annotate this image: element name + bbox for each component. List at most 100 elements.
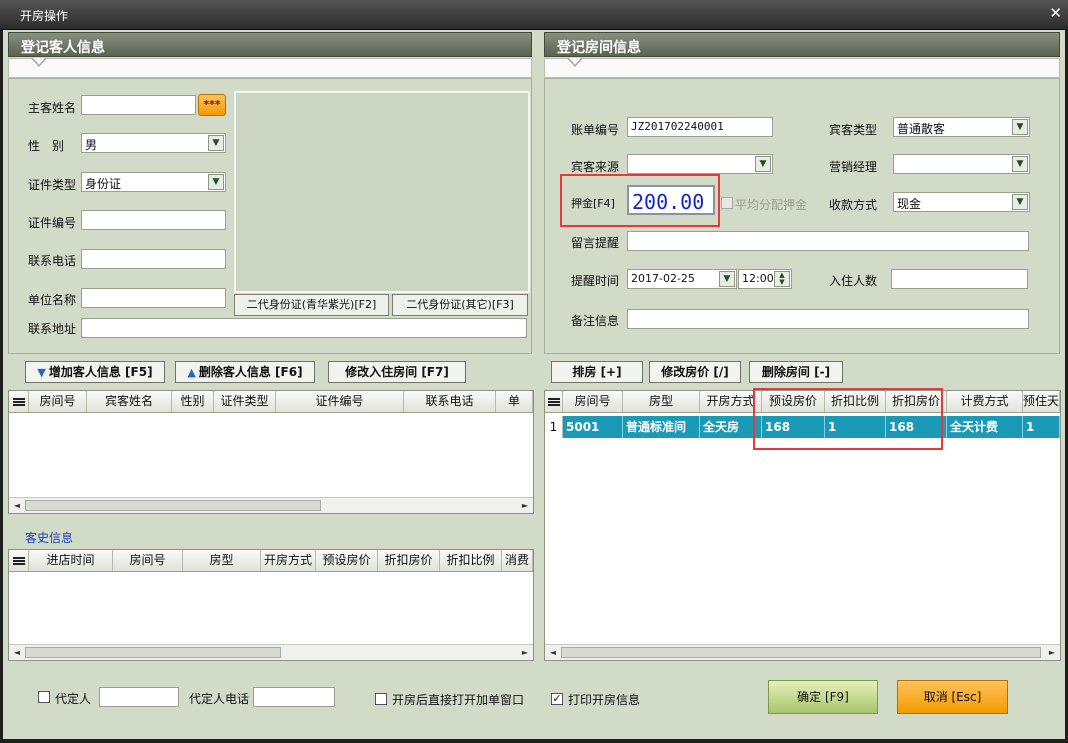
modify-room-button[interactable]: 修改入住房间 [F7] (328, 361, 466, 383)
cancel-button[interactable]: 取消 [Esc] (897, 680, 1008, 714)
scroll-left-icon[interactable]: ◄ (545, 645, 561, 660)
guest-panel-strip (8, 58, 532, 78)
grid-menu-icon[interactable] (545, 391, 563, 412)
bill-no-input[interactable]: JZ201702240001 (627, 117, 773, 137)
chevron-down-icon[interactable]: ▼ (1012, 194, 1028, 210)
assign-room-button[interactable]: 排房 [+] (551, 361, 643, 383)
proxy-phone-label: 代定人电话 (189, 692, 250, 706)
guest-grid-header: 房间号 宾客姓名 性别 证件类型 证件编号 联系电话 单 (9, 391, 533, 413)
payment-select[interactable]: 现金 ▼ (893, 192, 1030, 212)
scroll-left-icon[interactable]: ◄ (9, 645, 25, 660)
gender-select[interactable]: 男 ▼ (81, 133, 226, 153)
guest-name-input[interactable] (81, 95, 196, 115)
column-header[interactable]: 证件编号 (276, 391, 404, 412)
column-header[interactable]: 房间号 (29, 391, 87, 412)
guest-panel-header: 登记客人信息 (8, 32, 532, 57)
proxy-input[interactable] (99, 687, 179, 707)
proxy-label: 代定人 (55, 692, 92, 706)
room-panel-title: 登记房间信息 (557, 40, 641, 56)
print-checkbox[interactable]: ✓ (551, 693, 563, 705)
grid-menu-icon[interactable] (9, 550, 29, 571)
id-reader-button-2[interactable]: 二代身份证(其它)[F3] (392, 294, 528, 316)
column-header[interactable]: 证件类型 (214, 391, 276, 412)
id-type-select[interactable]: 身份证 ▼ (81, 172, 226, 192)
days-cell[interactable]: 1 (1023, 416, 1060, 438)
id-type-label: 证件类型 (28, 178, 77, 192)
column-header[interactable]: 房型 (183, 550, 261, 571)
split-deposit-checkbox[interactable] (721, 197, 733, 209)
proxy-phone-input[interactable] (253, 687, 335, 707)
remind-clock-spinner[interactable]: 12:00 ▲ ▼ (738, 269, 792, 289)
column-header[interactable]: 折扣房价 (378, 550, 440, 571)
column-header[interactable]: 预住天 (1023, 391, 1060, 412)
chevron-down-icon[interactable]: ▼ (1012, 119, 1028, 135)
history-title: 客史信息 (25, 531, 74, 545)
column-header[interactable]: 房间号 (563, 391, 623, 412)
remark-input[interactable] (627, 309, 1029, 329)
history-grid[interactable]: 进店时间 房间号 房型 开房方式 预设房价 折扣房价 折扣比例 消费 ◄ ► (8, 549, 534, 661)
guest-search-button[interactable]: *** (198, 94, 226, 116)
history-grid-scrollbar[interactable]: ◄ ► (9, 644, 533, 660)
column-header[interactable]: 单 (496, 391, 533, 412)
scroll-right-icon[interactable]: ► (517, 645, 533, 660)
history-grid-header: 进店时间 房间号 房型 开房方式 预设房价 折扣房价 折扣比例 消费 (9, 550, 533, 572)
payment-value: 现金 (897, 197, 922, 211)
split-deposit-label: 平均分配押金 (735, 198, 808, 212)
grid-menu-icon[interactable] (9, 391, 29, 412)
spinner-icon[interactable]: ▲ ▼ (774, 271, 790, 287)
confirm-button[interactable]: 确定 [F9] (768, 680, 878, 714)
guest-grid[interactable]: 房间号 宾客姓名 性别 证件类型 证件编号 联系电话 单 ◄ ► (8, 390, 534, 514)
manager-select[interactable]: ▼ (893, 154, 1030, 174)
scroll-left-icon[interactable]: ◄ (9, 498, 25, 513)
source-select[interactable]: ▼ (627, 154, 773, 174)
chevron-down-icon: ▼ (37, 366, 46, 379)
room-type-cell[interactable]: 普通标准间 (623, 416, 700, 438)
proxy-checkbox[interactable] (38, 691, 50, 703)
occupants-input[interactable] (891, 269, 1028, 289)
chevron-down-icon[interactable]: ▼ (1012, 156, 1028, 172)
remind-time-label: 提醒时间 (571, 274, 620, 288)
column-header[interactable]: 房间号 (113, 550, 183, 571)
payment-label: 收款方式 (829, 198, 878, 212)
address-input[interactable] (81, 318, 527, 338)
column-header[interactable]: 计费方式 (947, 391, 1023, 412)
room-panel-strip (544, 58, 1060, 78)
column-header[interactable]: 预设房价 (316, 550, 378, 571)
column-header[interactable]: 性别 (172, 391, 214, 412)
phone-input[interactable] (81, 249, 226, 269)
column-header[interactable]: 开房方式 (261, 550, 316, 571)
column-header[interactable]: 消费 (502, 550, 533, 571)
scrollbar-thumb[interactable] (561, 647, 1041, 658)
id-type-value: 身份证 (85, 177, 122, 191)
guest-grid-scrollbar[interactable]: ◄ ► (9, 497, 533, 513)
column-header[interactable]: 折扣比例 (440, 550, 502, 571)
modify-price-button[interactable]: 修改房价 [/] (649, 361, 741, 383)
company-input[interactable] (81, 288, 226, 308)
chevron-down-icon[interactable]: ▼ (208, 174, 224, 190)
open-addon-checkbox[interactable] (375, 693, 387, 705)
column-header[interactable]: 房型 (623, 391, 700, 412)
scrollbar-thumb[interactable] (25, 500, 321, 511)
add-guest-button[interactable]: ▼ 增加客人信息 [F5] (25, 361, 165, 383)
remind-date-select[interactable]: 2017-02-25 ▼ (627, 269, 737, 289)
id-reader-button-1[interactable]: 二代身份证(青华紫光)[F2] (234, 294, 389, 316)
chevron-down-icon[interactable]: ▼ (719, 271, 735, 287)
message-input[interactable] (627, 231, 1029, 251)
chevron-down-icon[interactable]: ▼ (755, 156, 771, 172)
id-number-input[interactable] (81, 210, 226, 230)
id-number-label: 证件编号 (28, 216, 77, 230)
column-header[interactable]: 宾客姓名 (87, 391, 172, 412)
chevron-down-icon[interactable]: ▼ (208, 135, 224, 151)
guest-type-select[interactable]: 普通散客 ▼ (893, 117, 1030, 137)
room-grid-scrollbar[interactable]: ◄ ► (545, 644, 1060, 660)
scroll-right-icon[interactable]: ► (1044, 645, 1060, 660)
delete-guest-button[interactable]: ▲ 删除客人信息 [F6] (175, 361, 315, 383)
scroll-right-icon[interactable]: ► (517, 498, 533, 513)
close-icon[interactable]: ✕ (1049, 4, 1062, 22)
room-no-cell[interactable]: 5001 (563, 416, 623, 438)
scrollbar-thumb[interactable] (25, 647, 281, 658)
delete-room-button[interactable]: 删除房间 [-] (749, 361, 843, 383)
column-header[interactable]: 联系电话 (404, 391, 496, 412)
column-header[interactable]: 进店时间 (29, 550, 113, 571)
billing-cell[interactable]: 全天计费 (947, 416, 1023, 438)
